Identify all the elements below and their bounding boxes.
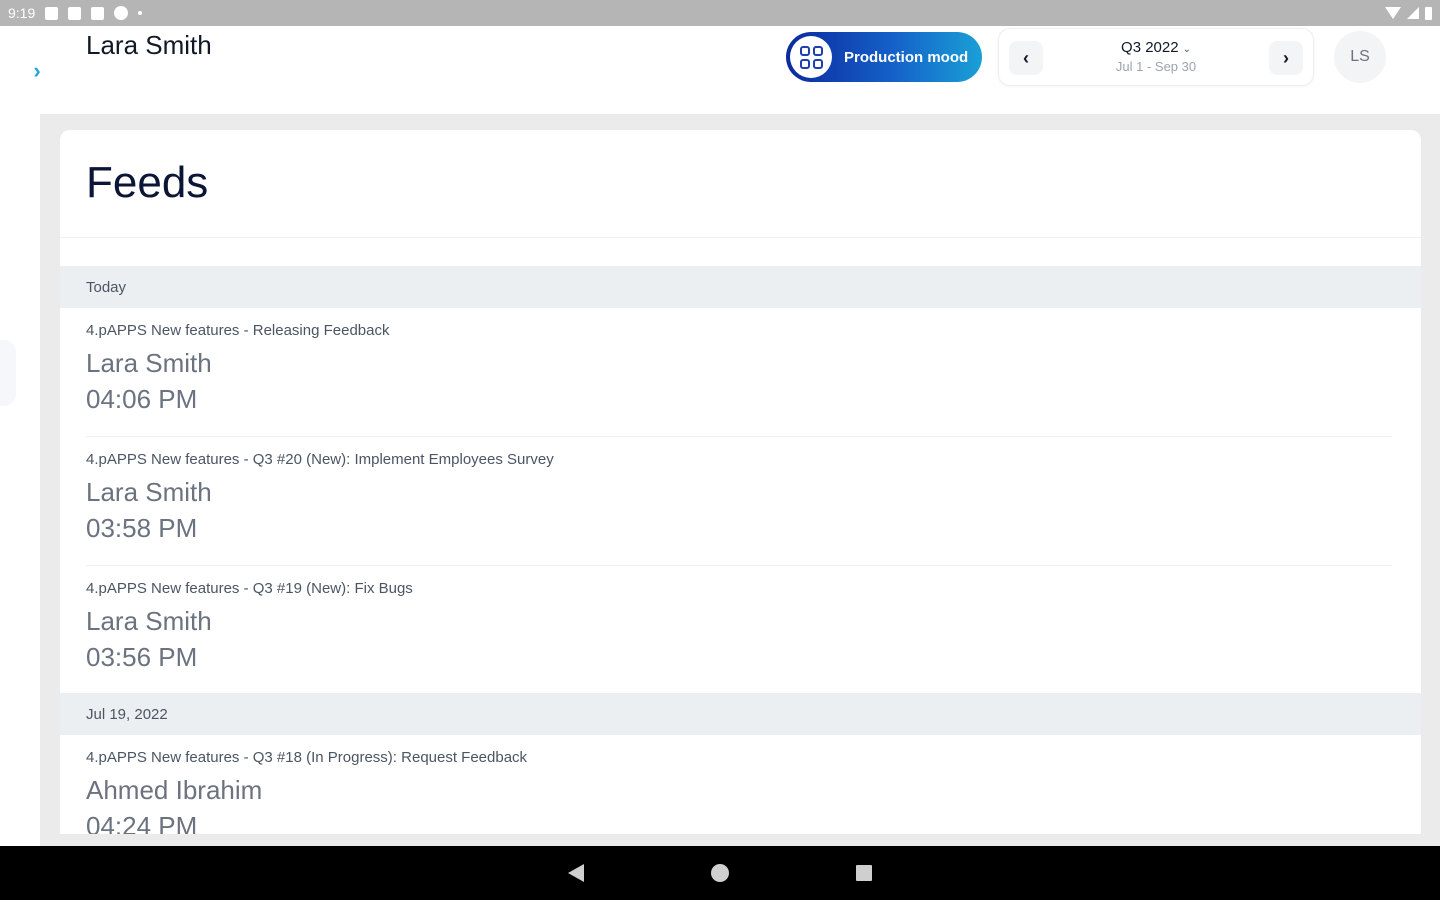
feeds-card: Feeds Today 4.pAPPS New features - Relea… (60, 130, 1421, 834)
feed-author: Lara Smith (86, 348, 212, 378)
next-period-button[interactable]: › (1269, 41, 1303, 75)
battery-icon (1425, 6, 1432, 20)
user-avatar[interactable]: LS (1334, 31, 1386, 83)
download-done-icon (68, 6, 82, 20)
feed-subject: 4.pAPPS New features - Q3 #20 (New): Imp… (86, 451, 554, 468)
production-mood-button[interactable]: Production mood (786, 32, 982, 82)
period-range: Jul 1 - Sep 30 (1115, 59, 1197, 74)
page-title: Feeds (86, 158, 209, 207)
recent-apps-icon[interactable] (856, 865, 872, 881)
status-bar: 9:19 (0, 0, 1440, 26)
feed-item[interactable]: 4.pAPPS New features - Q3 #18 (In Progre… (86, 735, 1392, 834)
previous-period-button[interactable]: ‹ (1009, 41, 1043, 75)
status-time: 9:19 (8, 5, 36, 21)
system-navigation-bar (0, 846, 1440, 900)
feed-time: 04:06 PM (86, 384, 198, 414)
signal-icon (1407, 7, 1419, 19)
feed-time: 03:56 PM (86, 642, 198, 672)
feed-subject: 4.pAPPS New features - Q3 #18 (In Progre… (86, 749, 528, 766)
divider (60, 237, 1421, 238)
download-done-icon (91, 6, 105, 20)
app-notification-icon (114, 6, 129, 20)
feed-author: Ahmed Ibrahim (86, 775, 263, 805)
wifi-icon (1385, 7, 1401, 19)
feed-author: Lara Smith (86, 606, 212, 636)
feed-group-header: Jul 19, 2022 (60, 693, 1421, 735)
feed-group-header: Today (60, 266, 1421, 308)
back-icon[interactable] (568, 864, 584, 882)
feed-subject: 4.pAPPS New features - Q3 #19 (New): Fix… (86, 580, 413, 597)
user-name: Lara Smith (86, 30, 212, 60)
side-drawer-handle[interactable] (0, 340, 16, 406)
period-title: Q3 2022 (1121, 39, 1179, 56)
period-selector: ‹ Q3 2022 ⌄ Jul 1 - Sep 30 › (998, 28, 1314, 86)
feed-time: 03:58 PM (86, 513, 198, 543)
app-logo-icon (790, 36, 832, 78)
feed-subject: 4.pAPPS New features - Releasing Feedbac… (86, 322, 390, 339)
expand-sidebar-button[interactable]: › (22, 56, 52, 86)
feed-item[interactable]: 4.pAPPS New features - Q3 #20 (New): Imp… (86, 437, 1392, 566)
chevron-left-icon: ‹ (1023, 47, 1029, 68)
feed-item[interactable]: 4.pAPPS New features - Q3 #19 (New): Fix… (86, 566, 1392, 695)
chevron-right-icon: › (33, 58, 41, 83)
app-header: Lara Smith › Production mood ‹ Q3 2022 ⌄ … (0, 26, 1440, 114)
chevron-right-icon: › (1283, 47, 1289, 68)
home-icon[interactable] (711, 864, 729, 882)
period-dropdown[interactable]: Q3 2022 ⌄ Jul 1 - Sep 30 (1059, 39, 1253, 74)
more-notifications-icon (138, 11, 143, 15)
chevron-down-icon: ⌄ (1182, 44, 1191, 55)
notification-icon (45, 6, 59, 20)
feed-author: Lara Smith (86, 477, 212, 507)
feed-item[interactable]: 4.pAPPS New features - Releasing Feedbac… (86, 308, 1392, 437)
production-mood-label: Production mood (844, 48, 969, 66)
feed-time: 04:24 PM (86, 811, 198, 834)
